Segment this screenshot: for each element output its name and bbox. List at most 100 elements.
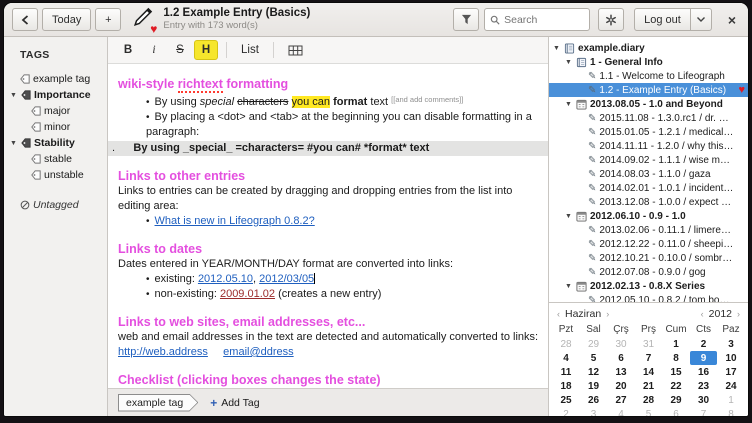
calendar-day-cell[interactable]: 6 [662, 407, 690, 416]
italic-button[interactable]: i [142, 40, 166, 60]
calendar-day-cell[interactable]: 4 [552, 351, 580, 365]
calendar-day-cell[interactable]: 6 [607, 351, 635, 365]
search-box[interactable] [484, 8, 590, 31]
tags-item-minor[interactable]: minor [4, 119, 107, 135]
logout-menu-button[interactable] [691, 8, 712, 31]
prev-year-button[interactable]: ‹ [701, 309, 704, 319]
calendar-day-cell[interactable]: 3 [717, 337, 745, 351]
calendar-day-cell[interactable]: 17 [717, 365, 745, 379]
calendar-day-cell[interactable]: 5 [635, 407, 663, 416]
calendar-day-cell[interactable]: 19 [580, 379, 608, 393]
tags-item-untagged[interactable]: Untagged [4, 197, 107, 213]
entry-tree-row[interactable]: ✎2012.07.08 - 0.9.0 / gog [549, 265, 748, 279]
previous-entry-button[interactable] [12, 8, 38, 31]
expander-icon[interactable]: ▼ [564, 59, 573, 66]
calendar-day-cell[interactable]: 15 [662, 365, 690, 379]
editor-content[interactable]: wiki-style richtext formatting•By using … [108, 64, 548, 388]
calendar-day-cell[interactable]: 24 [717, 379, 745, 393]
calendar-day-cell[interactable]: 16 [690, 365, 718, 379]
list-button[interactable]: List [235, 40, 265, 60]
next-month-button[interactable]: › [606, 309, 609, 319]
strikethrough-button[interactable]: S [168, 40, 192, 60]
calendar-day-cell[interactable]: 30 [690, 393, 718, 407]
calendar-day-cell[interactable]: 18 [552, 379, 580, 393]
calendar-day-cell[interactable]: 4 [607, 407, 635, 416]
today-button[interactable]: Today [42, 8, 91, 31]
next-year-button[interactable]: › [737, 309, 740, 319]
expander-icon[interactable]: ▼ [9, 92, 18, 99]
calendar-day-cell[interactable]: 31 [635, 337, 663, 351]
entry-tree-row[interactable]: ✎2013.02.06 - 0.11.1 / limerence in r'..… [549, 223, 748, 237]
calendar-day-cell[interactable]: 27 [607, 393, 635, 407]
expander-icon[interactable]: ▼ [9, 140, 18, 147]
tags-item-major[interactable]: major [4, 103, 107, 119]
entry-tree-row[interactable]: ✎2012.05.10 - 0.8.2 / tom bombadil [549, 293, 748, 303]
calendar-day-cell[interactable]: 2 [552, 407, 580, 416]
text-link[interactable]: 2012/03/05 [259, 273, 314, 285]
entry-tree-row[interactable]: ▼1 - General Info [549, 55, 748, 69]
calendar-day-cell[interactable]: 25 [552, 393, 580, 407]
tools-button[interactable] [598, 8, 624, 31]
calendar-day-cell[interactable]: 28 [635, 393, 663, 407]
text-link[interactable]: email@ddress [223, 346, 293, 358]
entry-tree-row[interactable]: ✎1.1 - Welcome to Lifeograph [549, 69, 748, 83]
tags-item-importance[interactable]: ▼Importance [4, 87, 107, 103]
tag-chip[interactable]: example tag [118, 394, 198, 412]
calendar-day-cell[interactable]: 10 [717, 351, 745, 365]
calendar-day-cell[interactable]: 30 [607, 337, 635, 351]
calendar-day-cell[interactable]: 8 [662, 351, 690, 365]
calendar-day-cell[interactable]: 26 [580, 393, 608, 407]
entry-tree-row[interactable]: ✎2015.11.08 - 1.3.0.rc1 / dr. overdose [549, 111, 748, 125]
entry-tree-row[interactable]: ▼2013.08.05 - 1.0 and Beyond [549, 97, 748, 111]
calendar-day-cell[interactable]: 7 [690, 407, 718, 416]
bold-button[interactable]: B [116, 40, 140, 60]
calendar-day-cell[interactable]: 11 [552, 365, 580, 379]
calendar-day-cell[interactable]: 23 [690, 379, 718, 393]
search-input[interactable] [504, 14, 574, 26]
entry-tree-row[interactable]: ▼2012.06.10 - 0.9 - 1.0 [549, 209, 748, 223]
entry-tree-row[interactable]: ✎2014.11.11 - 1.2.0 / why this kolave... [549, 139, 748, 153]
calendar-day-cell[interactable]: 22 [662, 379, 690, 393]
entry-tree-row[interactable]: ▼example.diary [549, 41, 748, 55]
calendar-day-cell[interactable]: 13 [607, 365, 635, 379]
calendar-day-cell[interactable]: 14 [635, 365, 663, 379]
calendar-day-cell[interactable]: 2 [690, 337, 718, 351]
logout-button[interactable]: Log out [634, 8, 691, 31]
calendar-day-cell[interactable]: 29 [662, 393, 690, 407]
calendar-day-cell[interactable]: 9 [690, 351, 718, 365]
calendar-day-cell[interactable]: 3 [580, 407, 608, 416]
entry-tree-row[interactable]: ✎2014.02.01 - 1.0.1 / incident at nes... [549, 181, 748, 195]
tags-item-stable[interactable]: stable [4, 151, 107, 167]
entry-tree-row[interactable]: ✎2014.08.03 - 1.1.0 / gaza [549, 167, 748, 181]
expander-icon[interactable]: ▼ [564, 283, 573, 290]
filter-button[interactable] [453, 8, 479, 31]
calendar-day-cell[interactable]: 29 [580, 337, 608, 351]
entry-tree-row[interactable]: ✎1.2 - Example Entry (Basics)♥ [549, 83, 748, 97]
add-entry-button[interactable]: + [95, 8, 121, 31]
entry-tree-row[interactable]: ✎2014.09.02 - 1.1.1 / wise men don't... [549, 153, 748, 167]
entry-tree-row[interactable]: ✎2012.10.21 - 0.10.0 / sombrero [549, 251, 748, 265]
calendar-day-cell[interactable]: 8 [717, 407, 745, 416]
table-button[interactable] [282, 40, 309, 60]
tags-item-example-tag[interactable]: example tag [4, 71, 107, 87]
calendar-day-cell[interactable]: 7 [635, 351, 663, 365]
prev-month-button[interactable]: ‹ [557, 309, 560, 319]
add-tag-button[interactable]: + Add Tag [210, 396, 259, 410]
text-link[interactable]: http://web.address [118, 346, 208, 358]
window-close-button[interactable]: × [724, 12, 740, 28]
calendar-day-cell[interactable]: 1 [717, 393, 745, 407]
entry-tree-row[interactable]: ✎2012.12.22 - 0.11.0 / sheepish docil... [549, 237, 748, 251]
calendar-day-cell[interactable]: 5 [580, 351, 608, 365]
calendar-day-cell[interactable]: 20 [607, 379, 635, 393]
tags-item-unstable[interactable]: unstable [4, 167, 107, 183]
text-link[interactable]: 2009.01.02 [220, 288, 275, 300]
entry-tree-row[interactable]: ▼2012.02.13 - 0.8.X Series [549, 279, 748, 293]
expander-icon[interactable]: ▼ [552, 45, 561, 52]
calendar-day-cell[interactable]: 21 [635, 379, 663, 393]
text-link[interactable]: What is new in Lifeograph 0.8.2? [155, 215, 315, 227]
calendar-day-cell[interactable]: 1 [662, 337, 690, 351]
text-link[interactable]: 2012.05.10 [198, 273, 253, 285]
calendar-day-cell[interactable]: 28 [552, 337, 580, 351]
entry-tree-row[interactable]: ✎2013.12.08 - 1.0.0 / expect anything [549, 195, 748, 209]
calendar-day-cell[interactable]: 12 [580, 365, 608, 379]
